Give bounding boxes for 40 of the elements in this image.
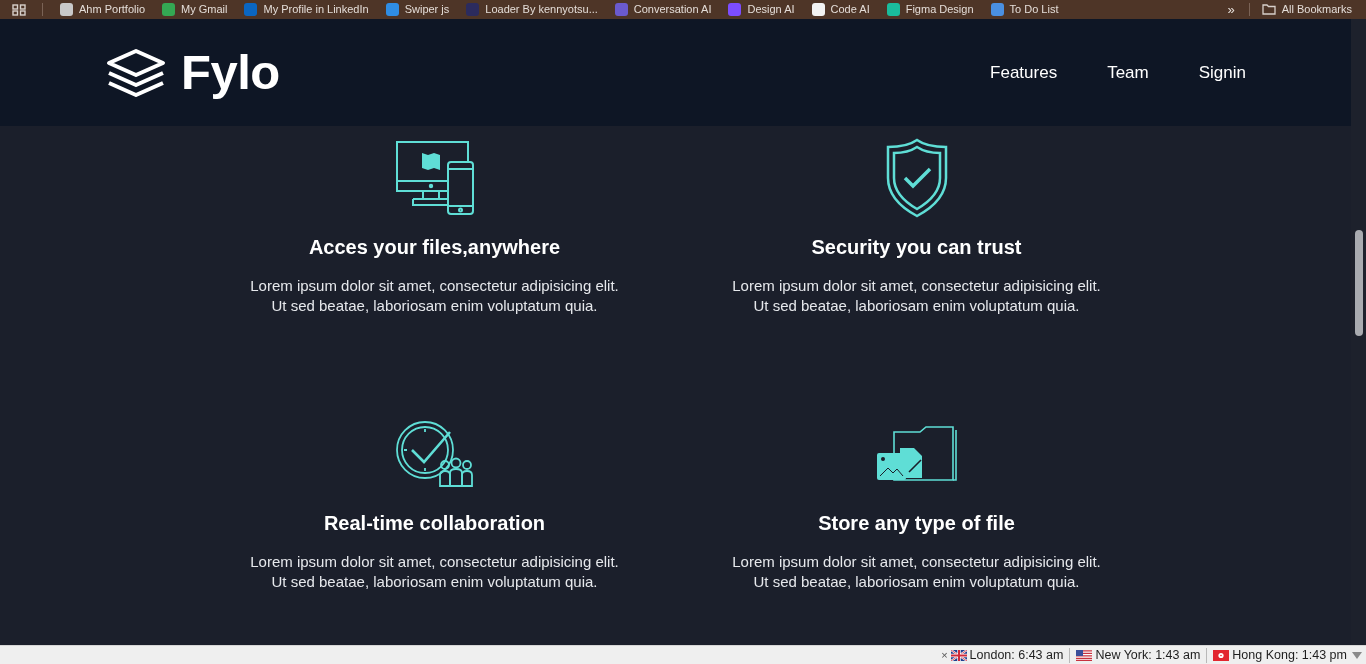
folder-files-icon [875, 426, 958, 482]
close-button[interactable]: × [941, 649, 948, 661]
caret-icon[interactable] [1352, 651, 1362, 659]
feature-description: Lorem ipsum dolor sit amet, consectetur adipisicing elit. Ut sed beatae, laboriosam enim voluptatum quia. [731, 276, 1102, 316]
bookmark-link[interactable]: Loader By kennyotsu... [466, 3, 598, 16]
more-bookmarks-button[interactable]: » [1227, 3, 1235, 16]
bookmark-link[interactable]: My Profile in LinkedIn [244, 3, 369, 16]
bookmark-link[interactable]: To Do List [990, 3, 1059, 16]
flag-icon [1213, 649, 1230, 661]
computer-and-phone-icon [394, 140, 475, 216]
clock-check-people-icon [394, 420, 475, 488]
all-bookmarks-button[interactable]: All Bookmarks [1261, 4, 1352, 15]
feature-title: Store any type of file [818, 511, 1015, 535]
feature-title: Acces your files,anywhere [308, 235, 561, 259]
nav-link[interactable]: Signin [1198, 64, 1246, 81]
apps-grid-icon[interactable] [12, 3, 26, 16]
bookmark-link[interactable]: Ahm Portfolio [60, 3, 146, 16]
feature-description: Lorem ipsum dolor sit amet, consectetur adipisicing elit. Ut sed beatae, laboriosam enim voluptatum quia. [731, 552, 1102, 592]
feature-title: Real-time collaboration [323, 511, 546, 535]
clock-time: Hong Kong: 1:43 pm [1232, 648, 1347, 662]
folder-icon [1261, 4, 1276, 15]
clock-time: London: 6:43 am [969, 648, 1064, 662]
logo-text: Fylo [181, 48, 280, 97]
bookmark-link[interactable]: Figma Design [886, 3, 974, 16]
nav-link[interactable]: Features [990, 64, 1058, 81]
feature-description: Lorem ipsum dolor sit amet, consectetur adipisicing elit. Ut sed beatae, laboriosam enim voluptatum quia. [249, 276, 620, 316]
bookmark-link[interactable]: Conversation AI [614, 3, 712, 16]
stacked-layers-logo-icon [106, 47, 166, 98]
feature-description: Lorem ipsum dolor sit amet, consectetur adipisicing elit. Ut sed beatae, laboriosam enim voluptatum quia. [249, 552, 620, 592]
scrollbar-thumb[interactable] [1354, 230, 1363, 336]
bookmark-link[interactable]: Swiper js [385, 3, 450, 16]
bookmark-link[interactable]: My Gmail [162, 3, 228, 16]
flag-icon [950, 649, 967, 661]
shield-check-icon [884, 138, 949, 218]
nav-link[interactable]: Team [1107, 64, 1149, 81]
bookmark-link[interactable]: Design AI [728, 3, 795, 16]
flag-icon [1076, 649, 1093, 661]
clock-time: New York: 1:43 am [1095, 648, 1201, 662]
feature-title: Security you can trust [811, 235, 1022, 259]
bookmark-link[interactable]: Code AI [811, 3, 870, 16]
